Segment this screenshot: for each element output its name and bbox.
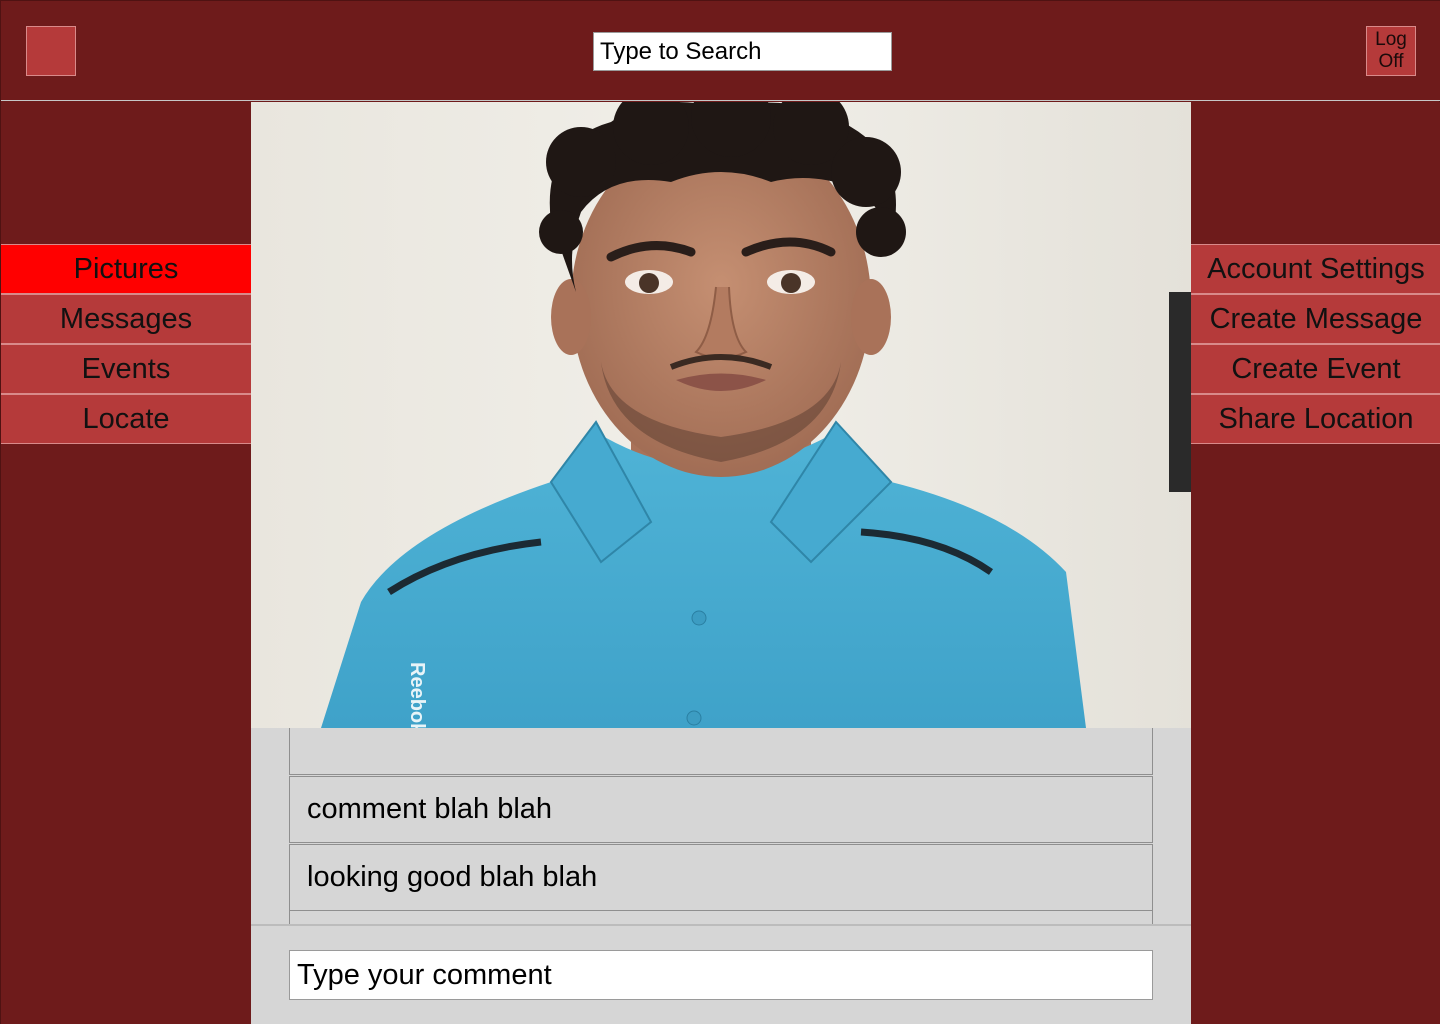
comment-divider xyxy=(251,924,1191,926)
home-button[interactable] xyxy=(26,26,76,76)
log-off-button[interactable]: Log Off xyxy=(1366,26,1416,76)
share-location-button[interactable]: Share Location xyxy=(1191,394,1440,444)
menu-item-pictures[interactable]: Pictures xyxy=(1,244,251,294)
menu-item-messages[interactable]: Messages xyxy=(1,294,251,344)
left-menu: Pictures Messages Events Locate xyxy=(1,244,251,444)
comment-list[interactable]: comment blah blah looking good blah blah xyxy=(289,728,1153,926)
comment-item: comment blah blah xyxy=(289,776,1153,843)
menu-item-locate[interactable]: Locate xyxy=(1,394,251,444)
comments-panel: comment blah blah looking good blah blah xyxy=(251,728,1191,1024)
account-settings-button[interactable]: Account Settings xyxy=(1191,244,1440,294)
header-bar: Log Off xyxy=(1,1,1440,101)
right-menu: Account Settings Create Message Create E… xyxy=(1191,244,1440,444)
profile-photo: Reebok xyxy=(251,102,1191,728)
search-input[interactable] xyxy=(593,32,892,71)
shirt-logo: Reebok xyxy=(406,662,428,728)
create-event-button[interactable]: Create Event xyxy=(1191,344,1440,394)
left-sidebar: Pictures Messages Events Locate xyxy=(1,102,251,1024)
menu-item-events[interactable]: Events xyxy=(1,344,251,394)
app-frame: Log Off Pictures Messages Events Locate xyxy=(0,0,1440,1024)
comment-input[interactable] xyxy=(289,950,1153,1000)
photo-image: Reebok xyxy=(251,102,1191,728)
create-message-button[interactable]: Create Message xyxy=(1191,294,1440,344)
comment-item xyxy=(289,728,1153,775)
right-sidebar: Account Settings Create Message Create E… xyxy=(1191,102,1440,1024)
comment-item: looking good blah blah xyxy=(289,844,1153,911)
